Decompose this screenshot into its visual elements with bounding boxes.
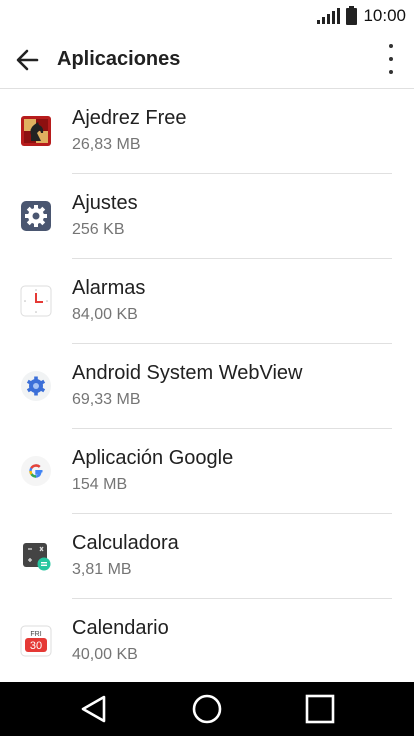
calendar-icon-day: FRI xyxy=(30,631,41,638)
status-time: 10:00 xyxy=(363,6,406,25)
calendar-icon-date: 30 xyxy=(30,640,42,652)
app-size: 69,33 MB xyxy=(72,391,141,408)
signal-icon xyxy=(317,8,341,24)
more-options-icon[interactable] xyxy=(386,44,396,74)
home-circle-icon[interactable] xyxy=(190,692,224,726)
list-item[interactable]: Aplicación Google 154 MB xyxy=(0,429,414,514)
app-size: 84,00 KB xyxy=(72,306,138,323)
list-item[interactable]: Android System WebView 69,33 MB xyxy=(0,344,414,429)
status-icons: 10:00 xyxy=(317,5,406,27)
list-item[interactable]: FRI 30 Calendario 40,00 KB xyxy=(0,599,414,682)
list-item[interactable]: Ajedrez Free 26,83 MB xyxy=(0,89,414,174)
app-list: Ajedrez Free 26,83 MB Ajustes 256 KB Ala… xyxy=(0,89,414,682)
app-name: Alarmas xyxy=(72,277,146,299)
status-bar: 10:00 xyxy=(0,0,414,32)
calendar-icon: FRI 30 xyxy=(20,625,52,657)
back-arrow-icon[interactable] xyxy=(12,46,42,74)
app-size: 26,83 MB xyxy=(72,136,141,153)
list-item[interactable]: Calculadora 3,81 MB xyxy=(0,514,414,599)
app-name: Calendario xyxy=(72,617,169,639)
clock-icon xyxy=(20,285,52,317)
navigation-bar xyxy=(0,682,414,736)
calculator-icon xyxy=(20,540,52,572)
chess-app-icon xyxy=(20,115,52,147)
back-triangle-icon[interactable] xyxy=(77,692,111,726)
app-bar: Aplicaciones xyxy=(0,32,414,89)
app-size: 256 KB xyxy=(72,221,125,238)
page-title: Aplicaciones xyxy=(57,48,181,70)
recents-square-icon[interactable] xyxy=(303,692,337,726)
list-item[interactable]: Ajustes 256 KB xyxy=(0,174,414,259)
app-size: 40,00 KB xyxy=(72,646,138,663)
app-size: 154 MB xyxy=(72,476,128,493)
app-name: Ajedrez Free xyxy=(72,107,187,129)
battery-icon xyxy=(346,5,358,25)
list-item[interactable]: Alarmas 84,00 KB xyxy=(0,259,414,344)
webview-gear-icon xyxy=(20,370,52,402)
settings-gear-icon xyxy=(20,200,52,232)
app-name: Calculadora xyxy=(72,532,179,554)
google-g-icon xyxy=(20,455,52,487)
app-name: Android System WebView xyxy=(72,362,303,384)
app-size: 3,81 MB xyxy=(72,561,132,578)
app-name: Aplicación Google xyxy=(72,447,234,469)
app-name: Ajustes xyxy=(72,192,138,214)
